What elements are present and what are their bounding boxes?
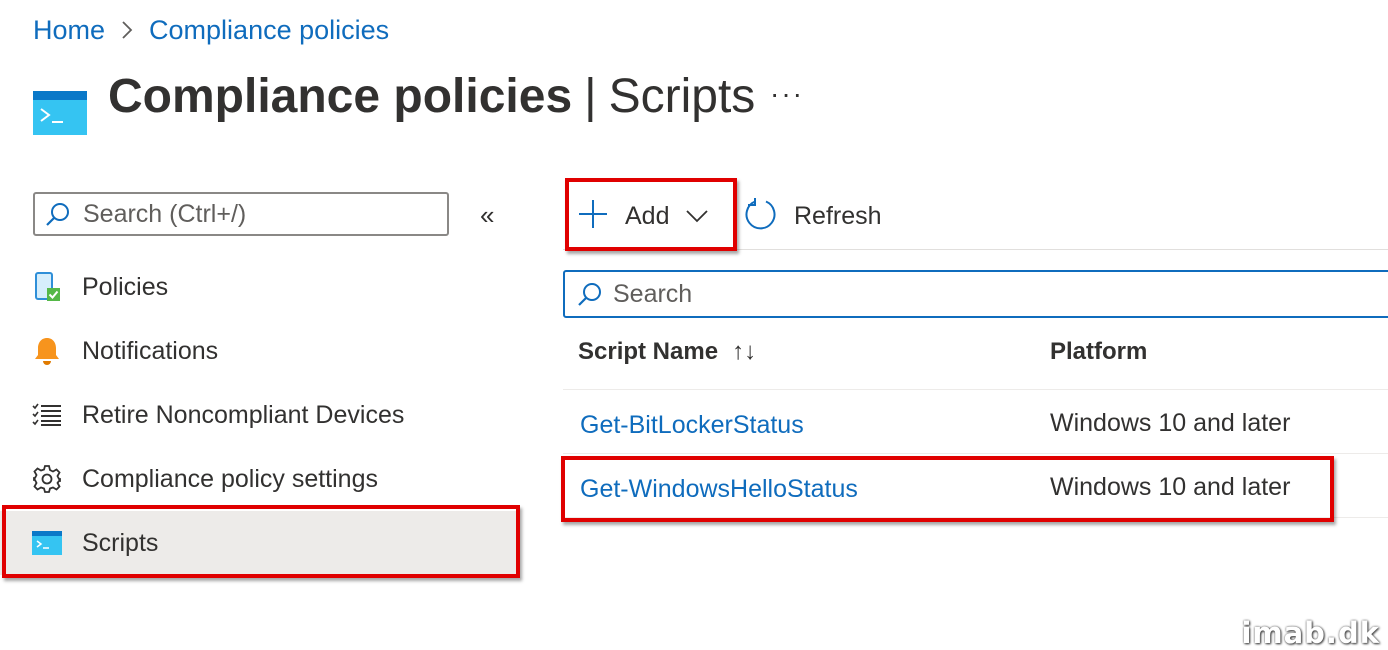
script-name-link[interactable]: Get-WindowsHelloStatus bbox=[580, 475, 858, 504]
chevron-down-icon bbox=[685, 209, 709, 223]
table-divider bbox=[563, 453, 1388, 454]
page-title: Compliance policies | Scripts bbox=[108, 68, 755, 126]
page-subtitle: Scripts bbox=[608, 70, 756, 123]
more-options-button[interactable]: ··· bbox=[770, 78, 804, 110]
sort-icon: ↑↓ bbox=[732, 338, 757, 365]
script-search-input[interactable]: Search bbox=[563, 270, 1388, 318]
script-search-placeholder: Search bbox=[613, 279, 693, 308]
gear-icon bbox=[32, 464, 62, 494]
sidebar-item-scripts[interactable]: Scripts bbox=[0, 511, 520, 575]
nav-search-placeholder: Search (Ctrl+/) bbox=[83, 199, 247, 228]
checklist-icon bbox=[32, 403, 62, 427]
sidebar-item-label: Policies bbox=[82, 272, 169, 301]
chevron-right-icon bbox=[105, 20, 149, 40]
toolbar-divider bbox=[563, 249, 1388, 250]
script-name-link[interactable]: Get-BitLockerStatus bbox=[580, 411, 804, 440]
sidebar-item-policies[interactable]: Policies bbox=[0, 255, 520, 319]
table-divider bbox=[563, 517, 1388, 518]
table-divider bbox=[563, 389, 1388, 390]
watermark: imab.dk bbox=[1241, 616, 1380, 650]
breadcrumb-home-link[interactable]: Home bbox=[33, 15, 105, 46]
breadcrumb: Home Compliance policies bbox=[33, 12, 389, 48]
refresh-icon bbox=[744, 197, 778, 236]
title-separator: | bbox=[584, 70, 597, 123]
refresh-button-label: Refresh bbox=[794, 201, 882, 230]
sidebar-item-label: Scripts bbox=[82, 528, 159, 557]
sidebar-item-label: Retire Noncompliant Devices bbox=[82, 400, 405, 429]
script-console-icon bbox=[33, 91, 87, 140]
column-header-script-name[interactable]: Script Name ↑↓ bbox=[578, 338, 756, 366]
page-title-main: Compliance policies bbox=[108, 70, 573, 123]
breadcrumb-compliance-link[interactable]: Compliance policies bbox=[149, 15, 389, 46]
script-console-icon bbox=[32, 531, 62, 555]
platform-cell: Windows 10 and later bbox=[1050, 409, 1291, 437]
sidebar-item-compliance-settings[interactable]: Compliance policy settings bbox=[0, 447, 520, 511]
collapse-nav-button[interactable]: « bbox=[480, 200, 494, 231]
nav-search-input[interactable]: Search (Ctrl+/) bbox=[33, 192, 449, 236]
sidebar-item-notifications[interactable]: Notifications bbox=[0, 319, 520, 383]
plus-icon bbox=[575, 196, 611, 237]
column-header-platform: Platform bbox=[1050, 338, 1148, 365]
sidebar-item-retire-noncompliant[interactable]: Retire Noncompliant Devices bbox=[0, 383, 520, 447]
column-header-label: Script Name bbox=[578, 338, 719, 365]
search-icon bbox=[577, 281, 603, 307]
bell-icon bbox=[32, 336, 62, 366]
add-button-label: Add bbox=[625, 201, 670, 230]
device-check-icon bbox=[32, 271, 62, 303]
refresh-button[interactable]: Refresh bbox=[744, 194, 882, 238]
sidebar-item-label: Notifications bbox=[82, 336, 219, 365]
search-icon bbox=[45, 201, 75, 227]
platform-cell: Windows 10 and later bbox=[1050, 473, 1291, 501]
add-button[interactable]: Add bbox=[575, 194, 709, 238]
sidebar-item-label: Compliance policy settings bbox=[82, 464, 378, 493]
